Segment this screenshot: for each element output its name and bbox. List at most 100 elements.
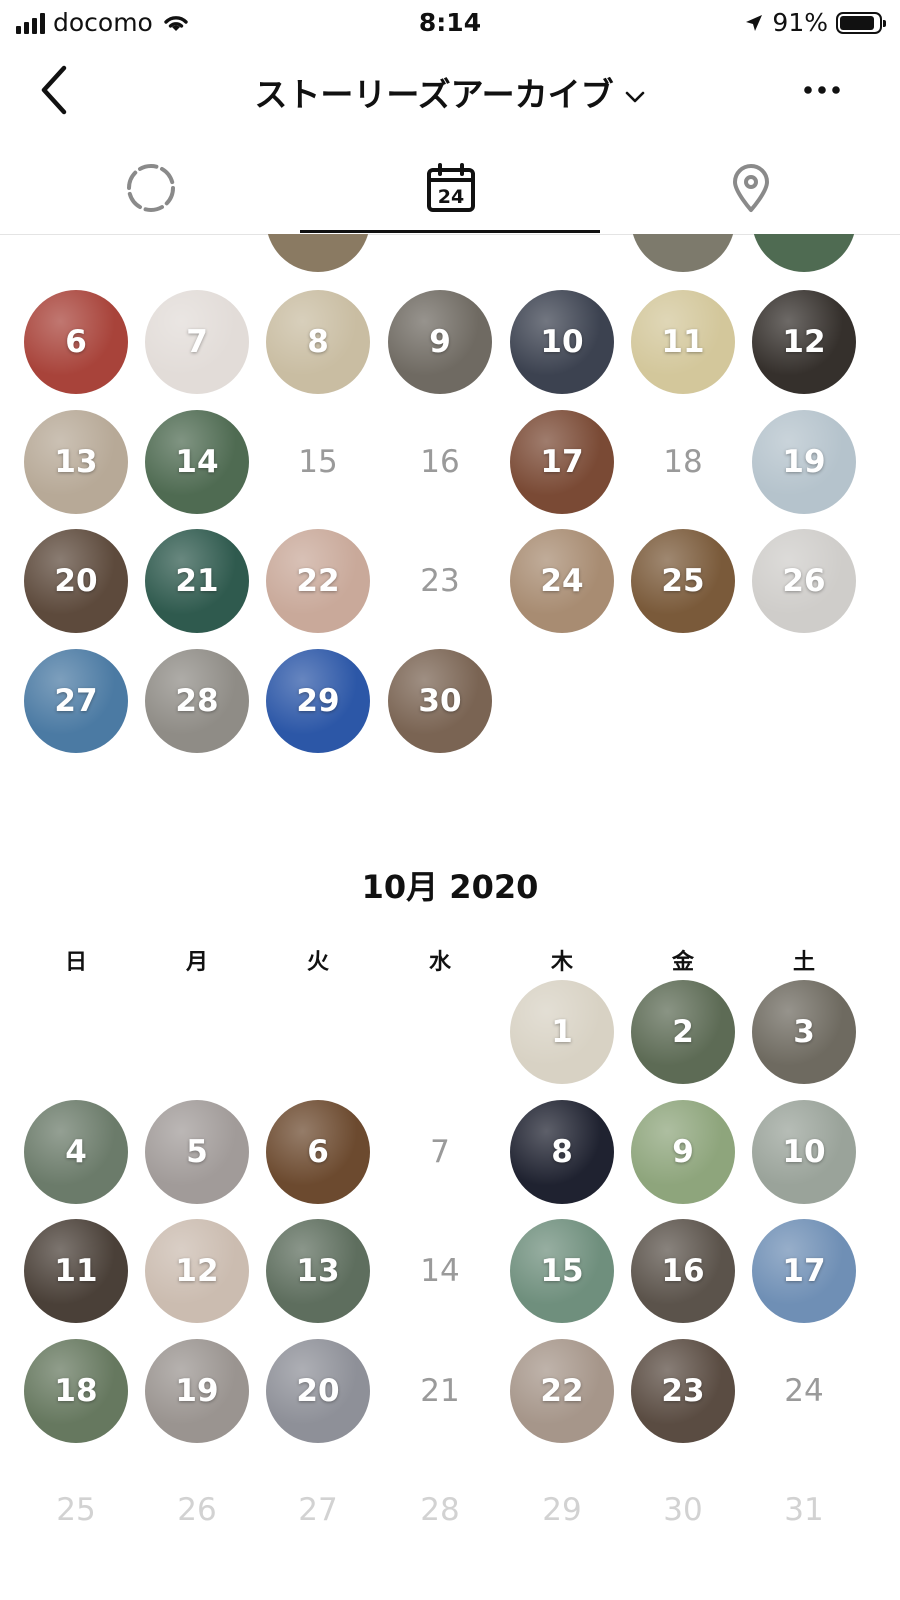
- calendar-day-story-thumbnail[interactable]: 3: [752, 980, 856, 1084]
- calendar-day-story-thumbnail[interactable]: 23: [631, 1338, 735, 1443]
- day-number: 30: [663, 1492, 703, 1528]
- calendar-day-story-thumbnail[interactable]: 11: [631, 290, 735, 394]
- page-title: ストーリーズアーカイブ: [254, 75, 614, 114]
- more-dots-icon: [804, 86, 840, 94]
- calendar-day-empty: 21: [388, 1339, 492, 1443]
- day-number: 9: [672, 1133, 694, 1170]
- battery-icon: [836, 11, 886, 34]
- day-number: 19: [782, 443, 826, 480]
- day-number: 29: [296, 682, 340, 719]
- day-number: 16: [420, 443, 460, 480]
- day-number: 18: [663, 443, 703, 480]
- calendar-day-story-thumbnail[interactable]: 17: [752, 1219, 856, 1323]
- day-number: 6: [307, 1133, 329, 1170]
- calendar-day-story-thumbnail[interactable]: 13: [24, 409, 128, 514]
- location-pin-icon: [733, 164, 769, 212]
- calendar-day-story-thumbnail[interactable]: 16: [631, 1219, 735, 1323]
- day-number: 18: [54, 1372, 98, 1409]
- calendar-day-story-thumbnail[interactable]: 18: [24, 1338, 128, 1443]
- calendar-day-story-thumbnail[interactable]: 28: [145, 648, 249, 753]
- calendar-day-empty: 15: [266, 410, 370, 514]
- day-number: 23: [420, 563, 460, 599]
- calendar-day-story-thumbnail[interactable]: 9: [388, 290, 492, 394]
- day-number: 12: [782, 324, 826, 360]
- calendar-day-story-thumbnail[interactable]: 8: [266, 290, 370, 394]
- calendar-day-story-thumbnail[interactable]: 15: [510, 1219, 614, 1323]
- calendar-day-story-thumbnail[interactable]: [631, 234, 735, 272]
- calendar-day-story-thumbnail[interactable]: 20: [266, 1338, 370, 1443]
- calendar-day-story-thumbnail[interactable]: 24: [510, 529, 614, 633]
- calendar-day-story-thumbnail[interactable]: 12: [145, 1219, 249, 1323]
- calendar-view: 6 7 8 9 10 11 12 13 14 15 16 17 18 19 20 21 22 23 24 25 26 27…: [0, 234, 900, 1600]
- day-number: 20: [296, 1372, 340, 1409]
- calendar-day-story-thumbnail[interactable]: 17: [510, 409, 614, 514]
- calendar-day-story-thumbnail[interactable]: 14: [145, 409, 249, 514]
- calendar-day-story-thumbnail[interactable]: 30: [388, 648, 492, 753]
- calendar-day-story-thumbnail[interactable]: 12: [752, 290, 856, 394]
- weekday-label: 月: [185, 950, 208, 975]
- day-number: 28: [420, 1492, 460, 1528]
- calendar-day-story-thumbnail[interactable]: 26: [752, 529, 856, 633]
- weekday-label: 金: [671, 950, 694, 975]
- day-number: 24: [540, 563, 584, 599]
- tab-archive[interactable]: [0, 142, 300, 234]
- day-number: 8: [307, 324, 329, 360]
- archive-title-dropdown[interactable]: ストーリーズアーカイブ: [0, 68, 900, 116]
- day-number: 13: [296, 1253, 340, 1289]
- day-number: 7: [430, 1133, 450, 1170]
- day-number: 29: [542, 1492, 582, 1528]
- calendar-day-story-thumbnail[interactable]: 19: [752, 409, 856, 514]
- tab-map[interactable]: [600, 142, 900, 234]
- calendar-day-story-thumbnail[interactable]: 13: [266, 1219, 370, 1323]
- tab-calendar[interactable]: 24: [300, 142, 600, 234]
- calendar-day-story-thumbnail[interactable]: 11: [24, 1219, 128, 1323]
- day-number: 13: [54, 443, 98, 480]
- day-number: 30: [418, 682, 462, 719]
- day-number: 14: [175, 443, 219, 480]
- calendar-day-story-thumbnail[interactable]: 21: [145, 529, 249, 633]
- weekday-label: 水: [428, 950, 451, 975]
- calendar-day-future: 28: [388, 1458, 492, 1562]
- calendar-day-story-thumbnail[interactable]: 8: [510, 1099, 614, 1204]
- month-title-october: 10月 2020: [361, 868, 539, 906]
- archive-tabs: 24: [0, 142, 900, 235]
- day-number: 28: [175, 682, 219, 719]
- calendar-day-empty: 7: [388, 1100, 492, 1204]
- day-number: 14: [420, 1253, 460, 1289]
- day-number: 26: [177, 1492, 217, 1528]
- battery-percent: 91%: [772, 8, 828, 37]
- story-circle-icon: [127, 164, 175, 212]
- day-number: 17: [540, 443, 584, 480]
- calendar-day-story-thumbnail[interactable]: 19: [145, 1338, 249, 1443]
- calendar-day-empty: 16: [388, 410, 492, 514]
- day-number: 10: [540, 324, 584, 360]
- calendar-day-story-thumbnail[interactable]: [752, 234, 856, 272]
- day-number: 16: [661, 1253, 705, 1289]
- calendar-day-story-thumbnail[interactable]: 27: [24, 648, 128, 753]
- calendar-day-story-thumbnail[interactable]: [266, 234, 370, 272]
- weekday-label: 土: [792, 950, 815, 975]
- calendar-day-story-thumbnail[interactable]: 6: [24, 290, 128, 394]
- more-options-button[interactable]: [800, 78, 844, 102]
- calendar-day-story-thumbnail[interactable]: 2: [631, 980, 735, 1084]
- calendar-day-story-thumbnail[interactable]: 9: [631, 1099, 735, 1204]
- status-bar: docomo 8:14 91%: [0, 0, 900, 46]
- calendar-day-story-thumbnail[interactable]: 29: [266, 648, 370, 753]
- weekday-label: 木: [550, 950, 573, 975]
- calendar-day-story-thumbnail[interactable]: 1: [510, 980, 614, 1084]
- calendar-day-story-thumbnail[interactable]: 25: [631, 529, 735, 633]
- calendar-day-future: 31: [752, 1458, 856, 1562]
- calendar-day-story-thumbnail[interactable]: 4: [24, 1099, 128, 1204]
- calendar-day-story-thumbnail[interactable]: 7: [145, 290, 249, 394]
- calendar-day-story-thumbnail[interactable]: 22: [266, 529, 370, 633]
- nav-bar: ストーリーズアーカイブ: [0, 52, 900, 132]
- day-number: 15: [540, 1253, 584, 1289]
- calendar-day-story-thumbnail[interactable]: 10: [510, 290, 614, 394]
- calendar-day-empty: 18: [631, 410, 735, 514]
- calendar-day-story-thumbnail[interactable]: 6: [266, 1099, 370, 1204]
- calendar-day-story-thumbnail[interactable]: 10: [752, 1099, 856, 1204]
- calendar-day-story-thumbnail[interactable]: 20: [24, 529, 128, 633]
- calendar-day-story-thumbnail[interactable]: 5: [145, 1099, 249, 1204]
- day-number: 8: [551, 1133, 573, 1170]
- calendar-day-story-thumbnail[interactable]: 22: [510, 1338, 614, 1443]
